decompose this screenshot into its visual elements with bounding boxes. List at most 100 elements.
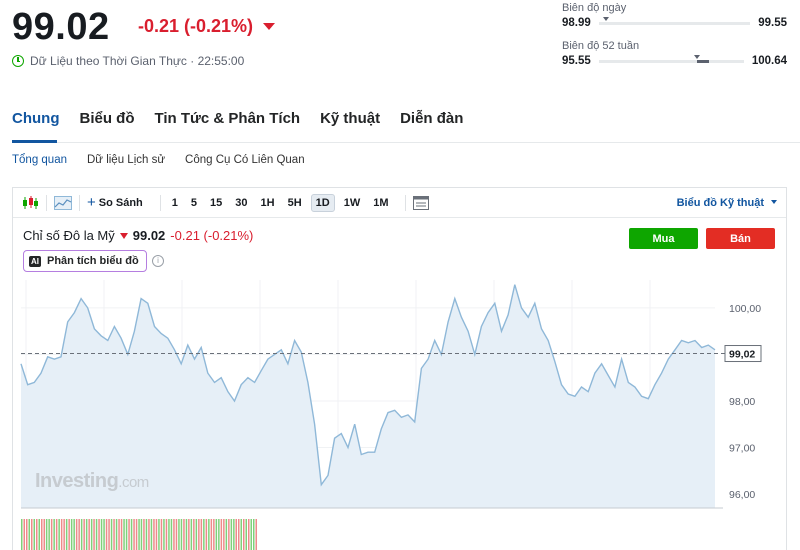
subtab-related-instruments[interactable]: Công Cụ Có Liên Quan (185, 154, 305, 166)
volume-bar (48, 519, 50, 550)
interval-1[interactable]: 1 (168, 195, 182, 211)
technical-chart-link[interactable]: Biểu đồ Kỹ thuật (677, 197, 764, 209)
day-range-low: 98.99 (562, 17, 591, 29)
interval-1m[interactable]: 1M (369, 195, 392, 211)
volume-bar (103, 519, 105, 550)
interval-1d[interactable]: 1D (310, 193, 335, 212)
y-tick-label: 98,00 (729, 396, 755, 408)
chevron-down-icon (771, 200, 777, 204)
subtab-summary[interactable]: Tổng quan (12, 154, 67, 166)
day-range-high: 99.55 (758, 17, 787, 29)
tabs-divider (12, 142, 800, 143)
subtab-historical-data[interactable]: Dữ liệu Lịch sử (87, 154, 165, 166)
volume-bar (155, 519, 158, 550)
volume-bar (113, 519, 115, 550)
day-range-marker (603, 16, 610, 21)
tab-chart[interactable]: Biểu đồ (79, 110, 134, 127)
interval-5[interactable]: 5 (187, 195, 201, 211)
sub-tabs: Tổng quan Dữ liệu Lịch sử Công Cụ Có Liê… (12, 154, 305, 166)
interval-5h[interactable]: 5H (284, 195, 306, 211)
volume-bar (26, 519, 28, 550)
week52-range: Biên độ 52 tuần 95.55 100.64 (562, 40, 787, 67)
volume-bar (238, 519, 240, 550)
week52-range-label: Biên độ 52 tuần (562, 40, 640, 52)
week52-range-marker (694, 54, 701, 59)
price-change-text: -0.21 (-0.21%) (138, 16, 254, 36)
volume-bar (118, 519, 120, 550)
volume-bar (163, 519, 165, 550)
volume-bar (150, 519, 153, 550)
compare-button[interactable]: + So Sánh (87, 194, 143, 211)
volume-bar (58, 519, 60, 550)
volume-bar (50, 519, 53, 550)
ai-analysis-button[interactable]: AI Phân tích biểu đồ (23, 250, 147, 272)
volume-bar (205, 519, 208, 550)
sell-button[interactable]: Bán (706, 228, 775, 249)
volume-bar (225, 519, 228, 550)
volume-bar (168, 519, 170, 550)
volume-bar (248, 519, 250, 550)
tab-forum[interactable]: Diễn đàn (400, 110, 463, 127)
volume-bar (255, 519, 257, 550)
volume-bar (250, 519, 252, 550)
volume-bar (180, 519, 183, 550)
week52-range-high: 100.64 (751, 55, 787, 67)
volume-bar (95, 519, 98, 550)
volume-bar (185, 519, 188, 550)
ai-icon: AI (29, 255, 41, 267)
volume-bar (165, 519, 168, 550)
volume-bar (63, 519, 65, 550)
volume-bar (88, 519, 90, 550)
volume-bar (138, 519, 140, 550)
interval-1h[interactable]: 1H (257, 195, 279, 211)
volume-bar (45, 519, 48, 550)
area-chart-icon[interactable] (54, 195, 72, 210)
interval-30[interactable]: 30 (231, 195, 251, 211)
week52-range-fill (697, 59, 709, 63)
volume-bar (133, 519, 135, 550)
chart-change: -0.21 (-0.21%) (170, 228, 254, 243)
interval-1w[interactable]: 1W (340, 195, 365, 211)
volume-bar (36, 519, 38, 550)
volume-bar (220, 519, 223, 550)
volume-bar (173, 519, 175, 550)
volume-bar (203, 519, 205, 550)
y-tick-label: 96,00 (729, 489, 755, 501)
y-tick-label: 100,00 (729, 303, 761, 315)
interval-15[interactable]: 15 (206, 195, 226, 211)
price-chart[interactable]: 96,0097,0098,0099,00100,0099,02 (13, 280, 786, 550)
volume-bar (253, 519, 255, 550)
candlestick-icon[interactable] (21, 195, 39, 211)
buy-button[interactable]: Mua (629, 228, 698, 249)
volume-bar (41, 519, 43, 550)
volume-bar (183, 519, 185, 550)
volume-bar (175, 519, 178, 550)
volume-bar (128, 519, 130, 550)
volume-bar (193, 519, 195, 550)
volume-bar (158, 519, 160, 550)
instrument-name: Chỉ số Đô la Mỹ (23, 228, 115, 243)
price-value: 99.02 (12, 6, 110, 48)
volume-bar (55, 519, 58, 550)
week52-range-track (598, 54, 744, 63)
volume-bar (68, 519, 70, 550)
volume-bar (235, 519, 237, 550)
info-icon[interactable]: i (152, 255, 164, 267)
volume-bar (140, 519, 143, 550)
tab-overview[interactable]: Chung (12, 110, 59, 127)
volume-bar (38, 519, 40, 550)
calendar-icon[interactable] (412, 195, 429, 210)
volume-bar (233, 519, 235, 550)
clock-icon (12, 55, 24, 67)
plus-icon: + (87, 194, 96, 211)
volume-bar (33, 519, 35, 550)
volume-bar (210, 519, 213, 550)
volume-bar (90, 519, 93, 550)
volume-bar (153, 519, 155, 550)
price-change: -0.21 (-0.21%) (138, 16, 276, 37)
volume-bar (243, 519, 245, 550)
tab-news-analysis[interactable]: Tin Tức & Phân Tích (154, 110, 300, 127)
volume-bar (110, 519, 113, 550)
tab-technical[interactable]: Kỹ thuật (320, 110, 380, 127)
volume-bar (93, 519, 95, 550)
